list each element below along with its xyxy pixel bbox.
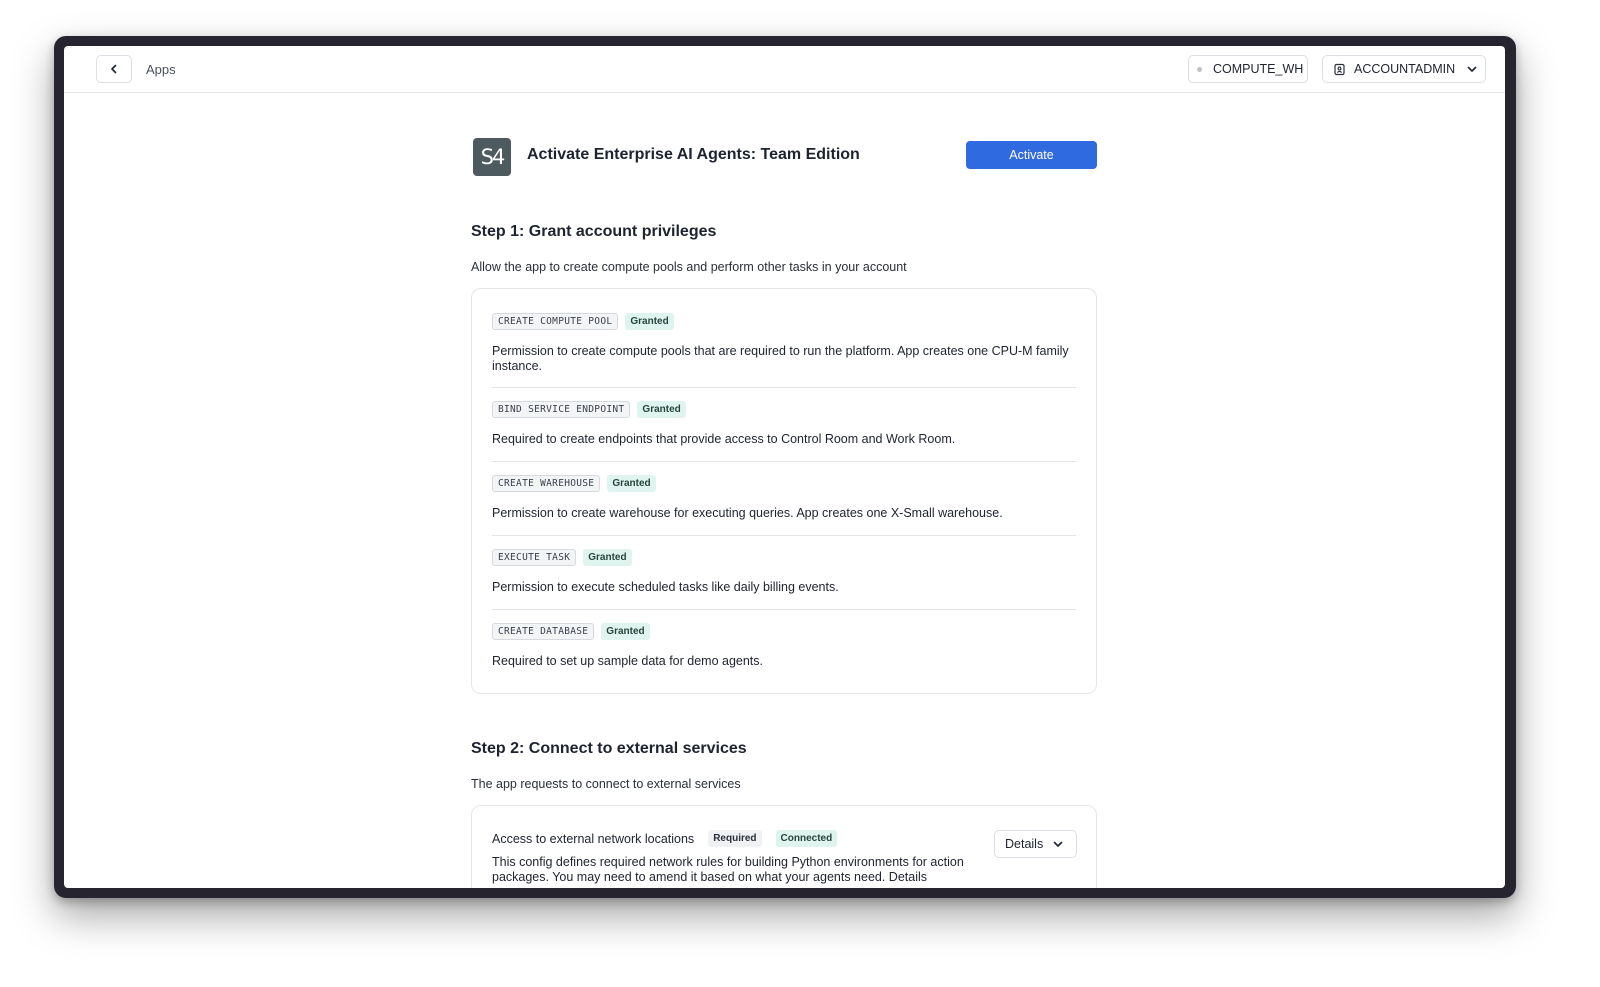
privilege-name: EXECUTE TASK	[492, 549, 577, 566]
privilege-description: Permission to execute scheduled tasks li…	[492, 580, 839, 594]
service-header: Access to external network locations Req…	[492, 830, 838, 847]
privilege-item: CREATE WAREHOUSE Granted Permission to c…	[492, 462, 1076, 536]
activate-button[interactable]: Activate	[966, 141, 1097, 169]
warehouse-selector[interactable]: COMPUTE_WH	[1188, 55, 1308, 83]
status-badge: Granted	[637, 401, 686, 418]
step1-description: Allow the app to create compute pools an…	[471, 260, 907, 274]
chevron-left-icon	[111, 64, 117, 74]
step2-description: The app requests to connect to external …	[471, 777, 741, 791]
status-badge: Connected	[775, 830, 838, 847]
breadcrumb[interactable]: Apps	[146, 62, 176, 77]
role-label: ACCOUNTADMIN	[1354, 62, 1456, 76]
status-badge: Granted	[625, 313, 674, 330]
top-bar: Apps COMPUTE_WH ACCOUNTADMIN	[64, 46, 1505, 93]
privilege-description: Required to set up sample data for demo …	[492, 654, 763, 668]
details-label: Details	[1005, 837, 1044, 851]
status-badge: Granted	[583, 549, 632, 566]
privilege-name: CREATE COMPUTE POOL	[492, 313, 619, 330]
role-selector[interactable]: ACCOUNTADMIN	[1322, 55, 1486, 83]
service-description: This config defines required network rul…	[492, 855, 964, 884]
chevron-down-icon	[1467, 66, 1477, 72]
external-service-card: Access to external network locations Req…	[471, 805, 1097, 888]
privilege-item: EXECUTE TASK Granted Permission to execu…	[492, 536, 1076, 610]
required-badge: Required	[708, 830, 762, 847]
privilege-item: CREATE DATABASE Granted Required to set …	[492, 610, 1076, 684]
privilege-item: BIND SERVICE ENDPOINT Granted Required t…	[492, 388, 1076, 462]
status-badge: Granted	[601, 623, 650, 640]
step2-title: Step 2: Connect to external services	[471, 740, 747, 757]
service-title: Access to external network locations	[492, 831, 695, 846]
app-screen: Apps COMPUTE_WH ACCOUNTADMIN S4 Activate…	[64, 46, 1505, 888]
privilege-description: Permission to create warehouse for execu…	[492, 506, 1003, 520]
app-header: S4 Activate Enterprise AI Agents: Team E…	[471, 136, 1097, 178]
chevron-down-icon	[1053, 841, 1063, 847]
privilege-description: Permission to create compute pools that …	[492, 344, 1069, 373]
privileges-card: CREATE COMPUTE POOL Granted Permission t…	[471, 288, 1097, 694]
device-frame: Apps COMPUTE_WH ACCOUNTADMIN S4 Activate…	[54, 36, 1516, 898]
status-dot-icon	[1197, 66, 1202, 72]
back-button[interactable]	[96, 55, 132, 83]
page-title: Activate Enterprise AI Agents: Team Edit…	[527, 146, 860, 163]
privilege-description: Required to create endpoints that provid…	[492, 432, 956, 446]
role-badge-icon	[1334, 63, 1345, 75]
privilege-item: CREATE COMPUTE POOL Granted Permission t…	[492, 289, 1076, 388]
privilege-name: CREATE DATABASE	[492, 623, 595, 640]
status-badge: Granted	[607, 475, 656, 492]
privilege-name: CREATE WAREHOUSE	[492, 475, 601, 492]
app-logo: S4	[473, 138, 511, 176]
step1-title: Step 1: Grant account privileges	[471, 223, 717, 240]
warehouse-label: COMPUTE_WH	[1213, 62, 1304, 76]
privilege-name: BIND SERVICE ENDPOINT	[492, 401, 631, 418]
details-button[interactable]: Details	[994, 830, 1077, 858]
